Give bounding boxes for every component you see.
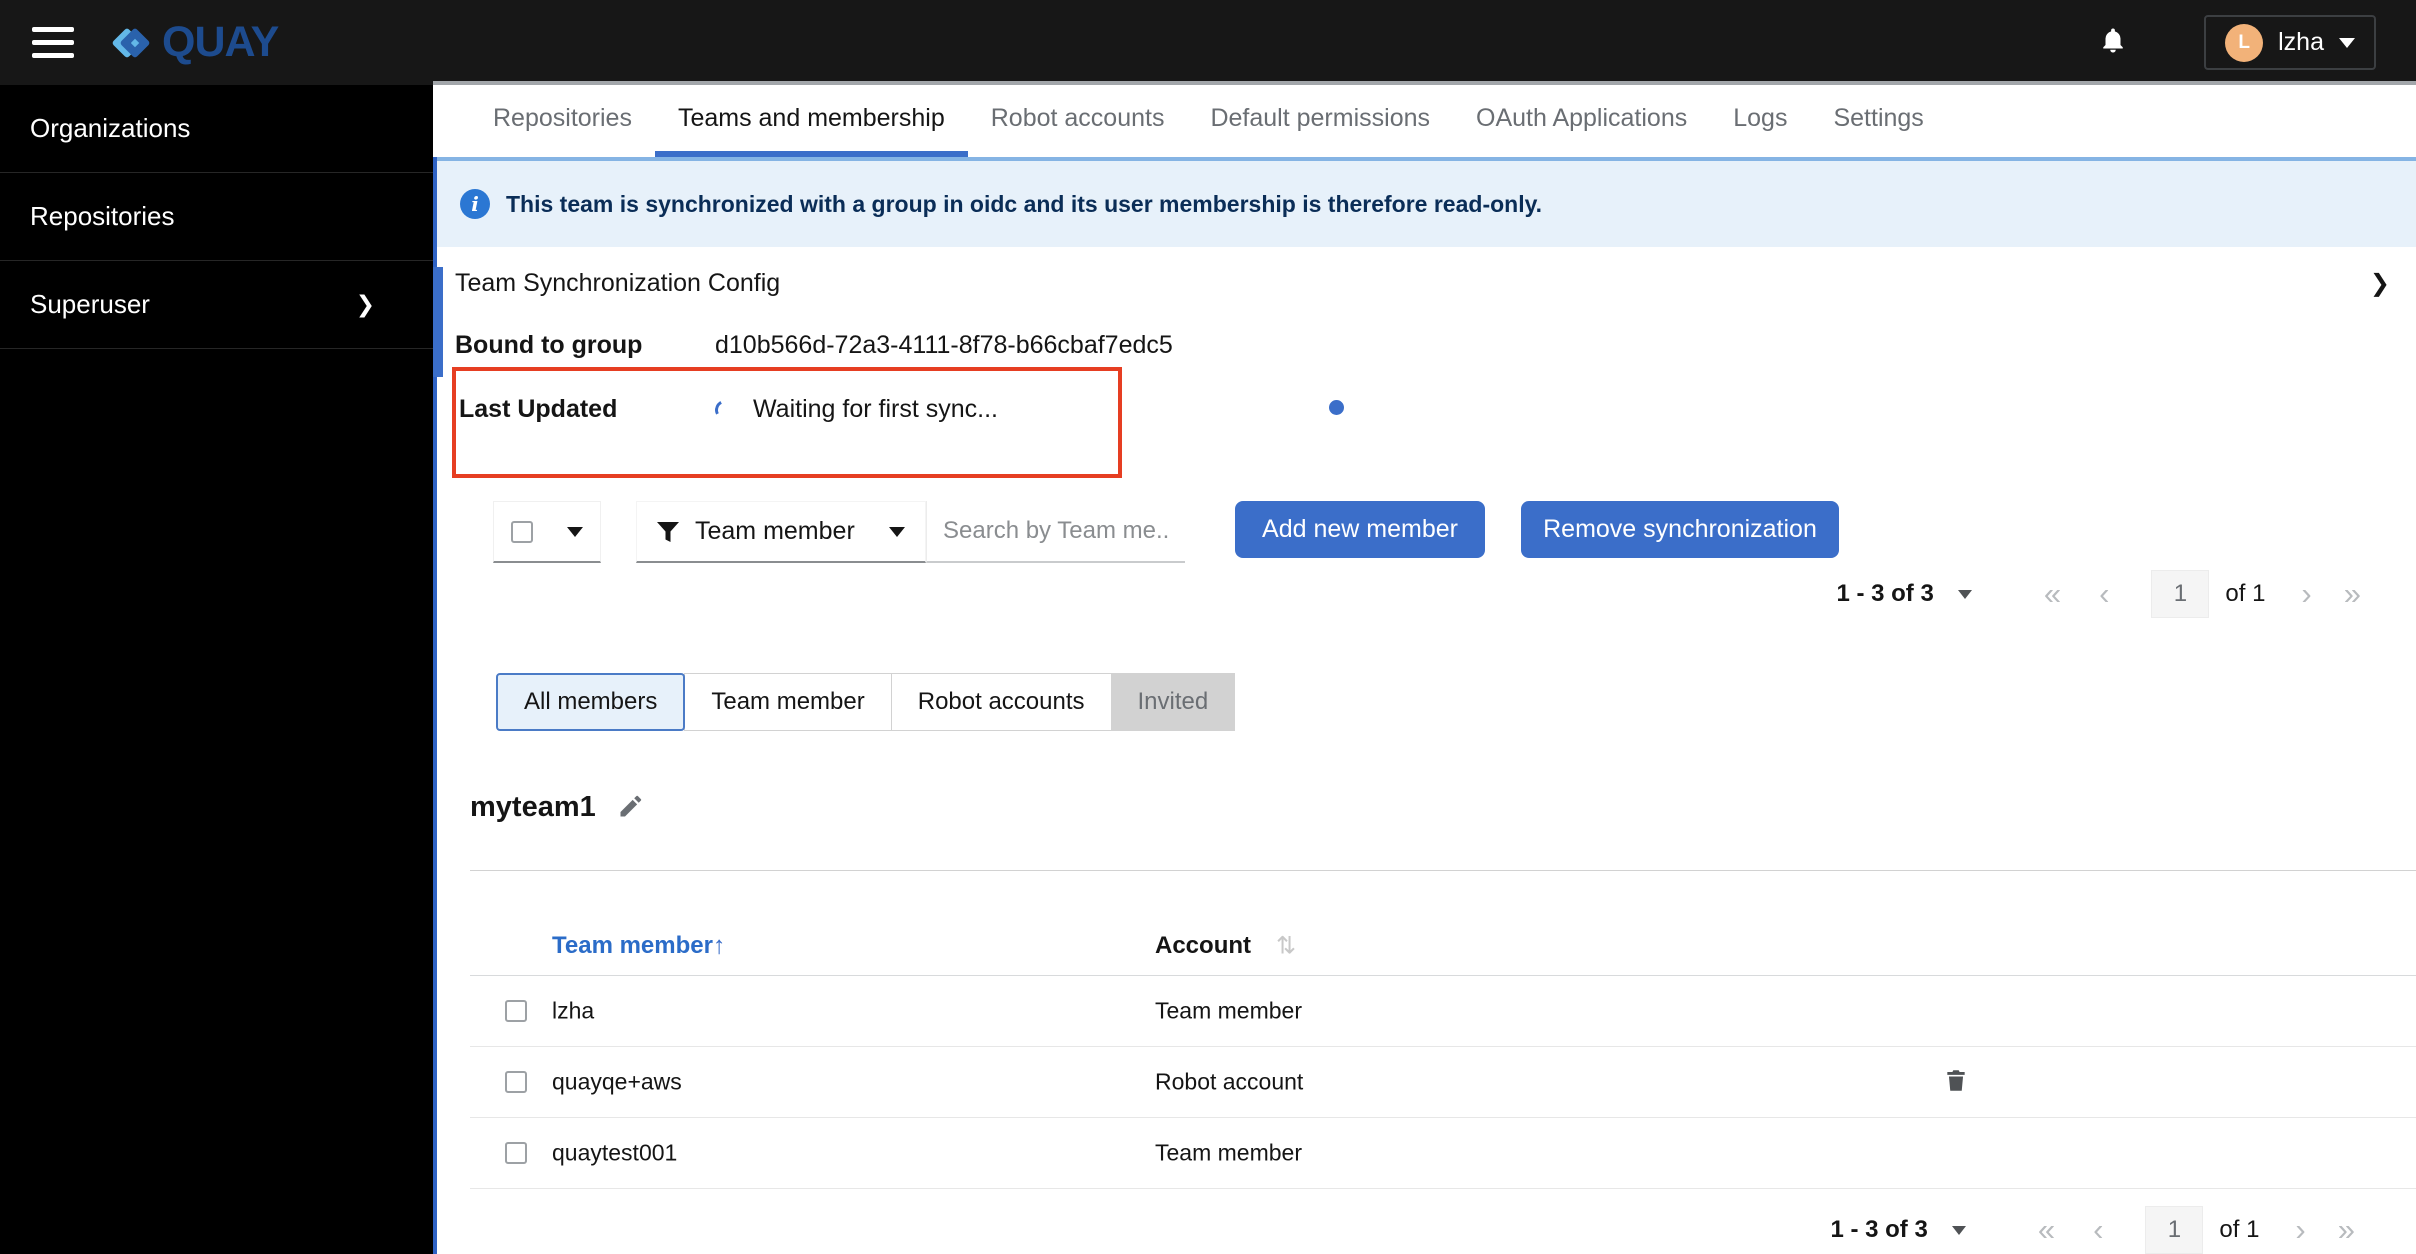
column-filter-dropdown[interactable]: Team member (636, 501, 926, 563)
pencil-icon (620, 795, 641, 817)
first-page-icon[interactable]: « (2044, 576, 2061, 612)
previous-page-icon[interactable]: ‹ (2093, 1212, 2103, 1248)
table-row: quayqe+aws Robot account (470, 1047, 2416, 1118)
tab-default-permissions[interactable]: Default permissions (1187, 85, 1453, 157)
pagination-bottom: 1 - 3 of 3 « ‹ 1 of 1 › » (1830, 1206, 2355, 1254)
highlight-annotation: Last Updated Waiting for first sync... (452, 367, 1122, 478)
previous-page-icon[interactable]: ‹ (2099, 576, 2109, 612)
brand-name: QUAY (162, 18, 279, 66)
chevron-down-icon (2339, 37, 2355, 48)
team-heading: myteam1 (470, 791, 643, 824)
avatar: L (2225, 23, 2264, 62)
row-checkbox[interactable] (505, 1071, 527, 1093)
user-menu-button[interactable]: L lzha (2204, 15, 2376, 70)
tab-oauth-applications[interactable]: OAuth Applications (1453, 85, 1710, 157)
column-header-team-member[interactable]: Team member (552, 932, 713, 960)
page-input[interactable]: 1 (2145, 1206, 2204, 1254)
bound-to-group-row: Bound to group d10b566d-72a3-4111-8f78-b… (455, 325, 1173, 365)
notifications-button[interactable] (2098, 26, 2128, 59)
members-table: Team member ↑ Account ⇅ lzha Team member… (470, 870, 2416, 1189)
tab-teams-and-membership[interactable]: Teams and membership (654, 85, 968, 157)
tab-settings[interactable]: Settings (1810, 85, 1946, 157)
next-page-icon[interactable]: › (2295, 1212, 2305, 1248)
delete-member-button[interactable] (1943, 1067, 1969, 1097)
tab-robot-accounts[interactable]: Robot accounts (968, 85, 1188, 157)
team-sync-config-title: Team Synchronization Config (455, 268, 781, 297)
page-count-label: of 1 (2225, 580, 2266, 607)
org-tabs: Repositories Teams and membership Robot … (433, 85, 2416, 157)
last-page-icon[interactable]: » (2344, 576, 2361, 612)
select-all-checkbox[interactable] (511, 520, 533, 543)
table-row: quaytest001 Team member (470, 1118, 2416, 1189)
chevron-down-icon (889, 526, 905, 537)
expand-chevron-icon[interactable]: ❯ (2370, 269, 2390, 298)
filter-funnel-icon (657, 521, 679, 542)
toggle-robot-accounts[interactable]: Robot accounts (890, 673, 1112, 731)
bound-to-group-label: Bound to group (455, 330, 643, 359)
quay-app-screen: QUAY L lzha Organizations Repositories S… (0, 0, 2416, 1254)
edit-team-name-button[interactable] (616, 794, 643, 821)
pagination-range: 1 - 3 of 3 (1836, 580, 1934, 607)
team-name: myteam1 (470, 791, 596, 823)
member-name: quayqe+aws (552, 1068, 682, 1095)
info-icon: i (460, 189, 490, 219)
toggle-invited: Invited (1110, 673, 1236, 731)
info-banner-text: This team is synchronized with a group i… (506, 190, 1543, 217)
member-name: lzha (552, 997, 595, 1024)
hamburger-icon (32, 27, 74, 32)
chevron-right-icon: ❯ (355, 291, 375, 317)
sidebar-item-organizations[interactable]: Organizations (0, 85, 433, 173)
table-header-row: Team member ↑ Account ⇅ (470, 916, 2416, 976)
sidebar-nav: Organizations Repositories Superuser ❯ (0, 85, 433, 1254)
last-updated-value: Waiting for first sync... (753, 395, 998, 423)
toggle-all-members[interactable]: All members (496, 673, 686, 731)
tab-repositories[interactable]: Repositories (470, 85, 655, 157)
column-header-account[interactable]: Account (1155, 932, 1251, 960)
row-checkbox[interactable] (505, 1000, 527, 1022)
pagination-top: 1 - 3 of 3 « ‹ 1 of 1 › » (1836, 570, 2361, 618)
member-type-toggle-group: All members Team member Robot accounts I… (496, 673, 1236, 731)
filter-selected-label: Team member (695, 517, 855, 545)
loading-spinner-icon (712, 396, 738, 423)
quay-logo: QUAY (111, 18, 279, 67)
bulk-select-dropdown[interactable] (493, 501, 601, 563)
bound-to-group-value: d10b566d-72a3-4111-8f78-b66cbaf7edc5 (715, 330, 1173, 359)
first-page-icon[interactable]: « (2038, 1212, 2055, 1248)
sidebar-item-repositories[interactable]: Repositories (0, 173, 433, 261)
menu-toggle-button[interactable] (26, 21, 80, 64)
header-right: L lzha (2098, 15, 2416, 70)
add-new-member-button[interactable]: Add new member (1235, 501, 1485, 558)
page-count-label: of 1 (2219, 1216, 2260, 1243)
table-row: lzha Team member (470, 976, 2416, 1047)
member-account-type: Team member (1155, 1139, 1302, 1166)
per-page-chevron-down-icon[interactable] (1957, 589, 1972, 599)
app-header: QUAY L lzha (0, 0, 2416, 85)
next-page-icon[interactable]: › (2301, 576, 2311, 612)
user-name: lzha (2278, 28, 2324, 56)
per-page-chevron-down-icon[interactable] (1951, 1225, 1966, 1235)
last-updated-row: Last Updated Waiting for first sync... (459, 395, 1118, 424)
annotation-dot (1329, 400, 1344, 415)
remove-synchronization-button[interactable]: Remove synchronization (1521, 501, 1839, 558)
member-account-type: Team member (1155, 997, 1302, 1024)
sidebar-item-superuser[interactable]: Superuser ❯ (0, 261, 433, 349)
page-input[interactable]: 1 (2151, 570, 2210, 618)
trash-icon (1947, 1070, 1965, 1091)
info-banner: i This team is synchronized with a group… (433, 161, 2416, 247)
bell-icon (2103, 28, 2123, 53)
member-account-type: Robot account (1155, 1068, 1304, 1095)
main-content: Repositories Teams and membership Robot … (433, 85, 2416, 1254)
search-input[interactable] (926, 501, 1185, 563)
last-updated-label: Last Updated (459, 395, 618, 423)
chevron-down-icon (567, 526, 583, 537)
sort-ascending-icon[interactable]: ↑ (713, 931, 726, 960)
pagination-range: 1 - 3 of 3 (1830, 1216, 1928, 1243)
member-name: quaytest001 (552, 1139, 678, 1166)
tab-logs[interactable]: Logs (1710, 85, 1810, 157)
toggle-team-member[interactable]: Team member (684, 673, 892, 731)
row-checkbox[interactable] (505, 1142, 527, 1164)
team-sync-config-header: Team Synchronization Config ❯ (433, 263, 2416, 303)
last-page-icon[interactable]: » (2338, 1212, 2355, 1248)
sort-toggle-icon[interactable]: ⇅ (1276, 931, 1296, 960)
